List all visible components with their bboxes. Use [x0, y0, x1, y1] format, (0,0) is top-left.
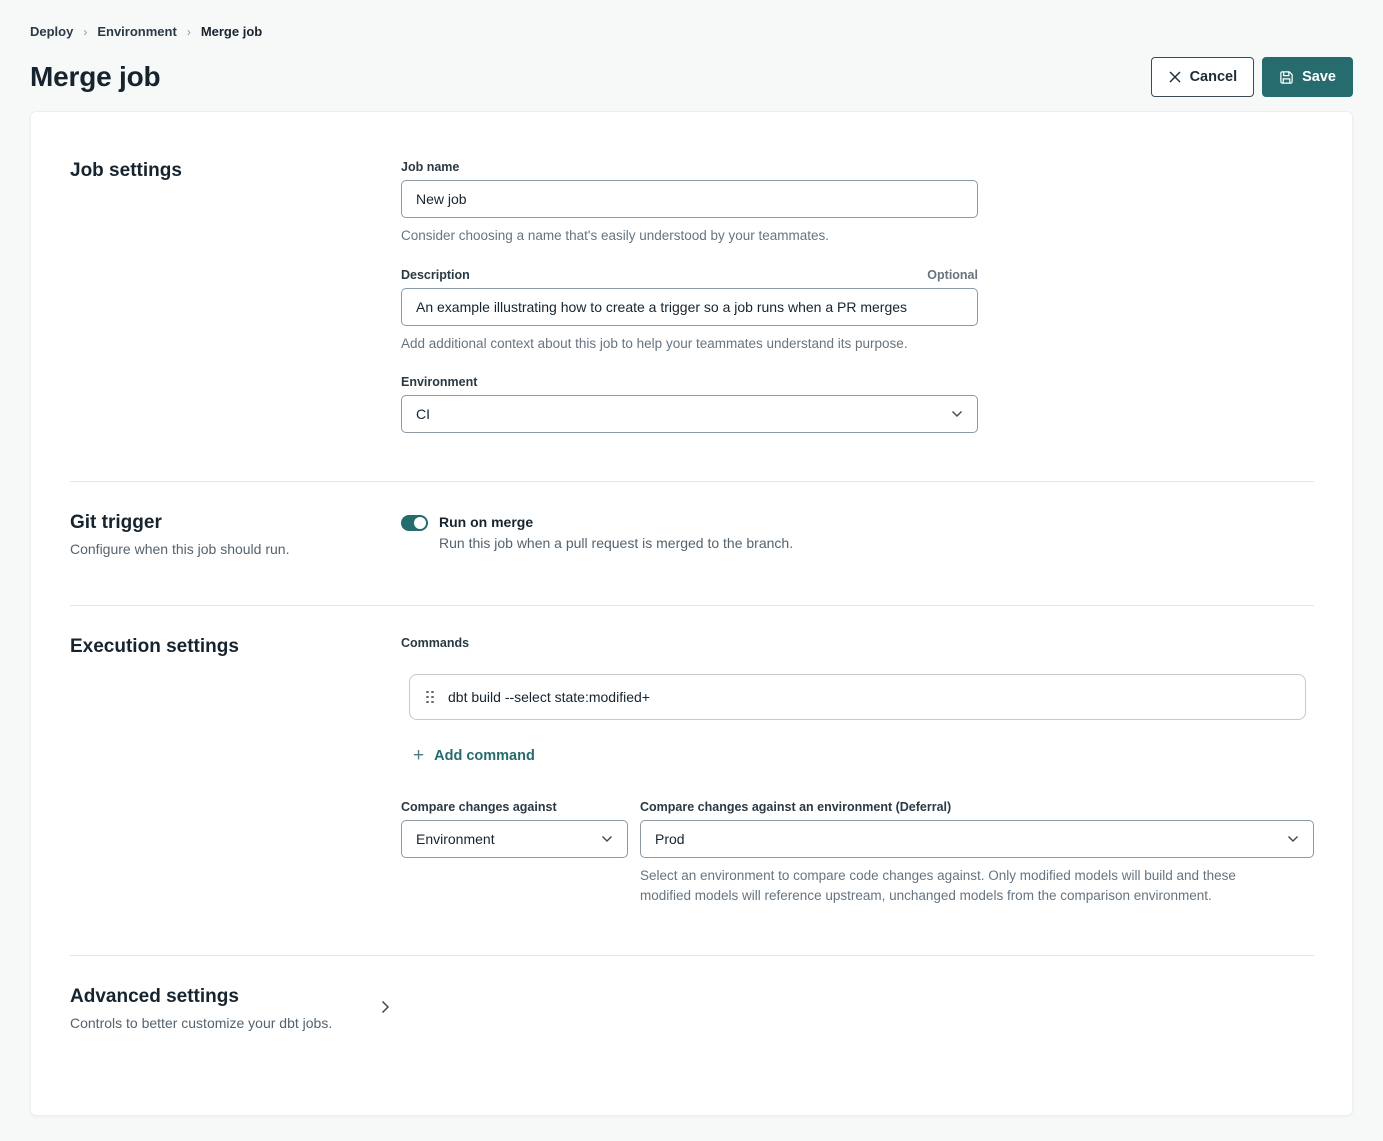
cancel-button[interactable]: Cancel: [1151, 57, 1255, 97]
advanced-settings-section: Advanced settings Controls to better cus…: [70, 956, 1314, 1071]
compare-row: Compare changes against Environment Comp…: [401, 800, 1314, 907]
deferral-label: Compare changes against an environment (…: [640, 800, 951, 814]
add-command-label: Add command: [434, 748, 535, 764]
advanced-settings-left: Advanced settings Controls to better cus…: [70, 986, 401, 1031]
advanced-settings-title: Advanced settings: [70, 986, 401, 1008]
chevron-right-icon[interactable]: [381, 1000, 390, 1014]
save-button-label: Save: [1302, 69, 1336, 85]
save-icon: [1279, 70, 1294, 85]
job-settings-left: Job settings: [70, 160, 401, 433]
breadcrumb-chevron-icon: ›: [187, 25, 191, 39]
breadcrumb-environment[interactable]: Environment: [97, 24, 176, 39]
job-name-helper: Consider choosing a name that's easily u…: [401, 226, 978, 246]
command-text[interactable]: dbt build --select state:modified+: [448, 689, 650, 705]
deferral-value: Prod: [655, 831, 685, 847]
breadcrumb-chevron-icon: ›: [83, 25, 87, 39]
environment-select[interactable]: CI: [401, 395, 978, 433]
description-helper: Add additional context about this job to…: [401, 334, 978, 354]
run-on-merge-row: Run on merge Run this job when a pull re…: [401, 512, 1314, 551]
compare-against-select[interactable]: Environment: [401, 820, 628, 858]
drag-handle-icon[interactable]: [426, 691, 434, 704]
breadcrumb: Deploy › Environment › Merge job: [30, 24, 1353, 39]
compare-against-value: Environment: [416, 831, 495, 847]
description-optional-badge: Optional: [927, 268, 978, 282]
execution-settings-form: Commands dbt build --select state:modifi…: [401, 636, 1314, 907]
git-trigger-form: Run on merge Run this job when a pull re…: [401, 512, 1314, 557]
environment-label: Environment: [401, 375, 477, 389]
job-settings-form: Job name Consider choosing a name that's…: [401, 160, 978, 433]
run-on-merge-text: Run on merge Run this job when a pull re…: [439, 514, 793, 551]
git-trigger-subtitle: Configure when this job should run.: [70, 541, 401, 557]
chevron-down-icon: [601, 835, 613, 843]
add-command-button[interactable]: + Add command: [413, 746, 535, 765]
compare-against-label: Compare changes against: [401, 800, 557, 814]
job-settings-section: Job settings Job name Consider choosing …: [70, 138, 1314, 481]
job-name-label: Job name: [401, 160, 459, 174]
advanced-settings-subtitle: Controls to better customize your dbt jo…: [70, 1015, 401, 1031]
job-settings-title: Job settings: [70, 160, 401, 182]
compare-against-field: Compare changes against Environment: [401, 800, 628, 907]
job-form-card: Job settings Job name Consider choosing …: [30, 111, 1353, 1116]
merge-job-page: Deploy › Environment › Merge job Merge j…: [0, 0, 1383, 1141]
description-field: Description Optional Add additional cont…: [401, 268, 978, 354]
plus-icon: +: [413, 746, 424, 765]
execution-settings-left: Execution settings: [70, 636, 401, 907]
run-on-merge-description: Run this job when a pull request is merg…: [439, 535, 793, 551]
description-label: Description: [401, 268, 470, 282]
git-trigger-title: Git trigger: [70, 512, 401, 534]
job-name-field: Job name Consider choosing a name that's…: [401, 160, 978, 246]
description-input[interactable]: [401, 288, 978, 326]
run-on-merge-toggle[interactable]: [401, 515, 428, 531]
advanced-settings-expand: [401, 986, 1314, 1019]
deferral-select[interactable]: Prod: [640, 820, 1314, 858]
chevron-down-icon: [951, 410, 963, 418]
page-title: Merge job: [30, 61, 160, 93]
command-row: dbt build --select state:modified+: [409, 674, 1306, 720]
execution-settings-title: Execution settings: [70, 636, 401, 658]
cancel-button-label: Cancel: [1190, 69, 1238, 85]
deferral-field: Compare changes against an environment (…: [640, 800, 1314, 907]
deferral-helper: Select an environment to compare code ch…: [640, 866, 1290, 907]
header-actions: Cancel Save: [1151, 57, 1353, 97]
job-name-input[interactable]: [401, 180, 978, 218]
save-button[interactable]: Save: [1262, 57, 1353, 97]
git-trigger-section: Git trigger Configure when this job shou…: [70, 482, 1314, 605]
commands-label: Commands: [401, 636, 1314, 650]
close-icon: [1168, 70, 1182, 84]
toggle-knob: [414, 517, 426, 529]
chevron-down-icon: [1287, 835, 1299, 843]
breadcrumb-deploy[interactable]: Deploy: [30, 24, 73, 39]
environment-field: Environment CI: [401, 375, 978, 433]
run-on-merge-label: Run on merge: [439, 514, 793, 530]
breadcrumb-merge-job: Merge job: [201, 24, 262, 39]
git-trigger-left: Git trigger Configure when this job shou…: [70, 512, 401, 557]
page-header: Merge job Cancel Save: [30, 57, 1353, 97]
execution-settings-section: Execution settings Commands dbt build --…: [70, 606, 1314, 955]
environment-select-value: CI: [416, 406, 430, 422]
